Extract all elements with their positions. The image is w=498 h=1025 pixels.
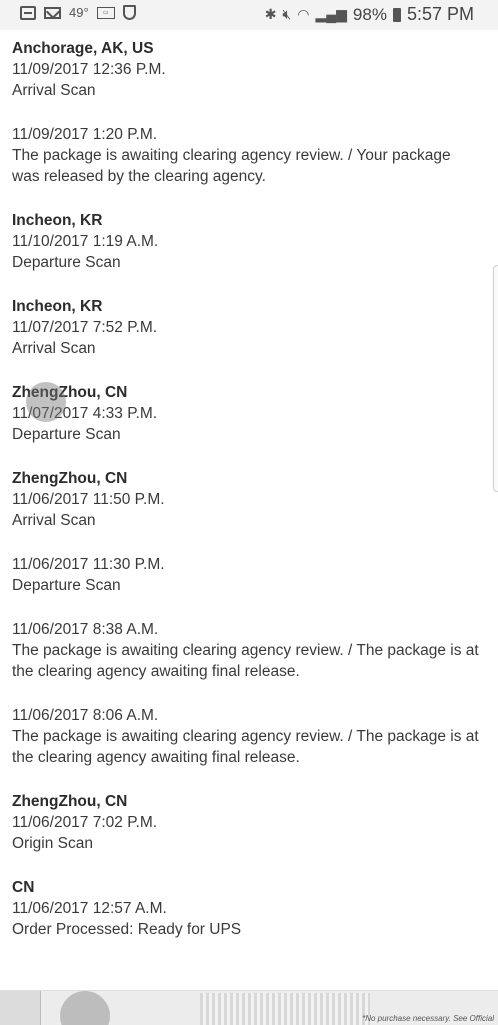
event-activity: The package is awaiting clearing agency … bbox=[12, 642, 479, 680]
event-activity: Origin Scan bbox=[12, 835, 93, 852]
event-activity: Arrival Scan bbox=[12, 82, 96, 99]
tracking-event: 11/06/2017 8:38 A.M. The package is await… bbox=[12, 619, 482, 682]
tracking-event: 11/06/2017 8:06 A.M. The package is await… bbox=[12, 705, 482, 768]
event-datetime: 11/09/2017 12:36 P.M. bbox=[12, 61, 166, 78]
event-datetime: 11/09/2017 1:20 P.M. bbox=[12, 126, 158, 143]
shield-icon bbox=[122, 5, 136, 20]
event-location: CN bbox=[12, 879, 35, 896]
status-bar-right: ✱ 🔇︎ ◠ ▂▄▆ 98% 5:57 PM bbox=[265, 4, 474, 25]
event-activity: Departure Scan bbox=[12, 577, 121, 594]
ad-banner[interactable]: *No purchase necessary. See Official bbox=[0, 990, 498, 1025]
tracking-history-list[interactable]: Anchorage, AK, US 11/09/2017 12:36 P.M. Ar… bbox=[12, 38, 482, 963]
temperature: 49° bbox=[69, 5, 89, 20]
tracking-event: CN 11/06/2017 12:57 A.M. Order Processed: … bbox=[12, 877, 482, 940]
wifi-icon: ◠ bbox=[297, 6, 310, 22]
tracking-event: Incheon, KR 11/07/2017 7:52 P.M. Arrival S… bbox=[12, 296, 482, 359]
tracking-event: ZhengZhou, CN 11/06/2017 11:50 P.M. Arriva… bbox=[12, 468, 482, 531]
tracking-event: Anchorage, AK, US 11/09/2017 12:36 P.M. Ar… bbox=[12, 38, 482, 101]
event-datetime: 11/07/2017 7:52 P.M. bbox=[12, 319, 158, 336]
battery-percent: 98% bbox=[352, 4, 387, 24]
ad-image-center bbox=[200, 993, 370, 1025]
event-activity: The package is awaiting clearing agency … bbox=[12, 728, 479, 766]
event-location: Incheon, KR bbox=[12, 212, 103, 229]
status-bar: 49° ▭ ✱ 🔇︎ ◠ ▂▄▆ 98% 5:57 PM bbox=[0, 0, 498, 30]
signal-icon: ▂▄▆ bbox=[315, 6, 347, 22]
box-icon bbox=[20, 5, 36, 20]
bluetooth-icon: ✱ bbox=[264, 6, 277, 22]
event-activity: Departure Scan bbox=[12, 254, 121, 271]
mail-icon bbox=[44, 6, 61, 19]
event-location: ZhengZhou, CN bbox=[12, 384, 128, 401]
battery-icon bbox=[392, 7, 401, 22]
event-location: Anchorage, AK, US bbox=[12, 40, 154, 57]
event-datetime: 11/06/2017 7:02 P.M. bbox=[12, 814, 158, 831]
tracking-event: 11/06/2017 11:30 P.M. Departure Scan bbox=[12, 554, 482, 596]
ad-image-circle bbox=[60, 991, 110, 1025]
event-location: Incheon, KR bbox=[12, 298, 103, 315]
event-location: ZhengZhou, CN bbox=[12, 470, 128, 487]
event-activity: Order Processed: Ready for UPS bbox=[12, 921, 242, 938]
event-datetime: 11/07/2017 4:33 P.M. bbox=[12, 405, 158, 422]
event-activity: Departure Scan bbox=[12, 426, 121, 443]
event-datetime: 11/06/2017 8:06 A.M. bbox=[12, 707, 159, 724]
scrollbar[interactable] bbox=[493, 265, 498, 492]
touch-indicator bbox=[26, 382, 66, 422]
ad-disclaimer: *No purchase necessary. See Official bbox=[362, 1014, 494, 1023]
event-datetime: 11/06/2017 8:38 A.M. bbox=[12, 621, 159, 638]
event-activity: Arrival Scan bbox=[12, 512, 96, 529]
tracking-event: Incheon, KR 11/10/2017 1:19 A.M. Departure… bbox=[12, 210, 482, 273]
tracking-event: ZhengZhou, CN 11/06/2017 7:02 P.M. Origin … bbox=[12, 791, 482, 854]
event-location: ZhengZhou, CN bbox=[12, 793, 128, 810]
event-activity: The package is awaiting clearing agency … bbox=[12, 147, 451, 185]
clock: 5:57 PM bbox=[406, 4, 474, 24]
tracking-event: ZhengZhou, CN 11/07/2017 4:33 P.M. Departu… bbox=[12, 382, 482, 445]
ad-image-left bbox=[0, 991, 41, 1025]
tracking-event: 11/09/2017 1:20 P.M. The package is await… bbox=[12, 124, 482, 187]
event-datetime: 11/10/2017 1:19 A.M. bbox=[12, 233, 159, 250]
event-datetime: 11/06/2017 12:57 A.M. bbox=[12, 900, 167, 917]
event-activity: Arrival Scan bbox=[12, 340, 96, 357]
event-datetime: 11/06/2017 11:30 P.M. bbox=[12, 556, 165, 573]
card-icon: ▭ bbox=[96, 6, 115, 19]
mute-icon: 🔇︎ bbox=[282, 6, 292, 22]
status-bar-left: 49° ▭ bbox=[20, 5, 136, 20]
event-datetime: 11/06/2017 11:50 P.M. bbox=[12, 491, 165, 508]
